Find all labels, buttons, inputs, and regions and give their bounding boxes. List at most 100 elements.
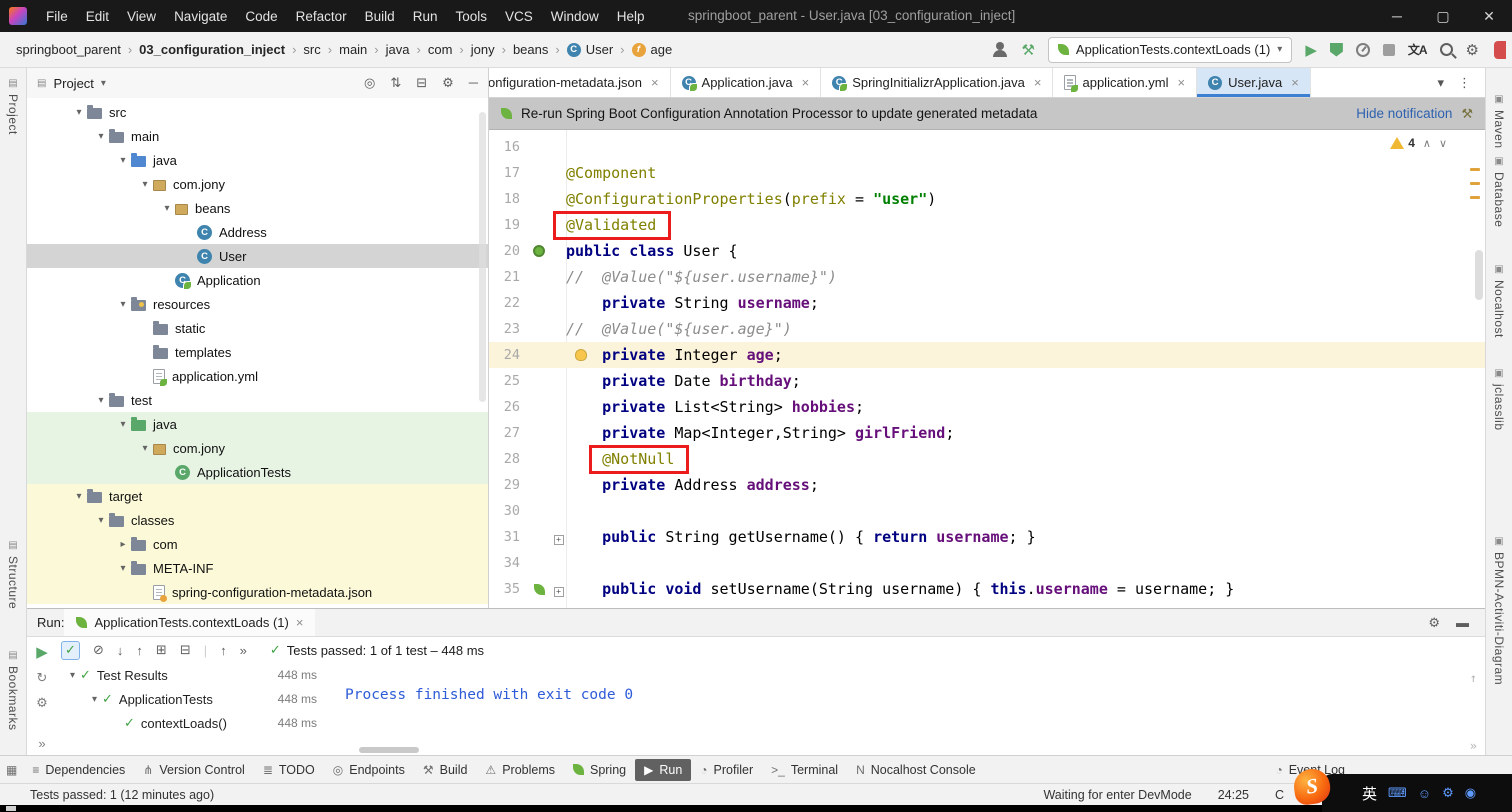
code-line-19[interactable]: 19 @Validated [489, 211, 1485, 240]
project-view-selector[interactable]: Project [53, 76, 93, 91]
menu-vcs[interactable]: VCS [496, 4, 542, 29]
taskbar-item[interactable] [6, 806, 16, 811]
project-tree-row-spring-configuration-metadata-json-20[interactable]: spring-configuration-metadata.json [27, 580, 488, 604]
test-tree-row-contextloads[interactable]: ✓ contextLoads() 448 ms [57, 711, 329, 735]
chevron-icon[interactable]: ▾ [115, 419, 131, 430]
menu-code[interactable]: Code [236, 4, 286, 29]
project-tree-row-static-9[interactable]: static [27, 316, 488, 340]
stripe-item-bookmarks[interactable]: ▤ Bookmarks [0, 650, 26, 731]
menu-refactor[interactable]: Refactor [287, 4, 356, 29]
panel-settings-icon[interactable]: ⚙ [442, 75, 454, 91]
chevron-icon[interactable]: ▾ [87, 694, 102, 705]
project-tree-row-main-1[interactable]: ▾ main [27, 124, 488, 148]
emoji-icon[interactable]: ☺ [1418, 786, 1431, 801]
stripe-item-jclasslib[interactable]: ▣ jclasslib [1486, 368, 1512, 431]
tab-onfiguration-metadata-json[interactable]: onfiguration-metadata.json × [489, 68, 671, 97]
menu-build[interactable]: Build [356, 4, 404, 29]
hide-panel-icon[interactable]: ▬ [1456, 615, 1469, 631]
chevron-icon[interactable]: ▾ [93, 515, 109, 526]
tab-list-icon[interactable]: ▾ [1437, 75, 1444, 91]
sort-alphabetically-icon[interactable]: ↓ [117, 643, 124, 658]
chevron-icon[interactable]: ▾ [93, 131, 109, 142]
close-icon[interactable]: × [1034, 75, 1042, 90]
prev-warning-icon[interactable]: ∧ [1423, 137, 1431, 150]
inspection-widget[interactable]: 4 ∧ ∨ [1390, 136, 1447, 150]
breadcrumb-03-configuration-inject[interactable]: 03_configuration_inject [139, 42, 285, 57]
code-line-16[interactable]: 16 [489, 134, 1485, 160]
toolwindow-button-endpoints[interactable]: ◎ Endpoints [324, 759, 414, 781]
code-line-31[interactable]: 31 + public String getUsername() { return… [489, 524, 1485, 550]
close-button[interactable]: ✕ [1466, 0, 1512, 32]
project-tree-row-com-jony-14[interactable]: ▾ com.jony [27, 436, 488, 460]
sort-by-duration-icon[interactable]: ↑ [136, 643, 143, 658]
menu-file[interactable]: File [37, 4, 77, 29]
rerun-button[interactable]: ▶ [36, 643, 48, 661]
toolwindow-button-run[interactable]: ▶ Run [635, 758, 692, 781]
menu-view[interactable]: View [118, 4, 165, 29]
code-line-29[interactable]: 29 private Address address; [489, 472, 1485, 498]
warning-stripe-mark[interactable] [1470, 196, 1480, 199]
tab-user-java[interactable]: C User.java × [1197, 68, 1311, 97]
hide-panel-icon[interactable]: ─ [469, 75, 478, 91]
project-tree-row-classes-17[interactable]: ▾ classes [27, 508, 488, 532]
collapse-all-icon[interactable]: ⊟ [180, 642, 191, 658]
ime-settings-icon[interactable]: ⚙ [1442, 785, 1454, 801]
caret-position[interactable]: 24:25 [1218, 788, 1249, 802]
editor-scrollbar[interactable] [1475, 250, 1483, 300]
previous-occurrence-icon[interactable]: ↑ [220, 643, 227, 658]
toolwindow-button-build[interactable]: ⚒ Build [414, 759, 477, 781]
project-tree-row-target-16[interactable]: ▾ target [27, 484, 488, 508]
breadcrumb-beans[interactable]: beans [513, 42, 548, 57]
chevron-icon[interactable]: ▾ [71, 491, 87, 502]
code-line-20[interactable]: 20 public class User { [489, 238, 1485, 264]
menu-tools[interactable]: Tools [446, 4, 496, 29]
close-icon[interactable]: × [1177, 75, 1185, 90]
chevron-icon[interactable]: ▸ [115, 539, 131, 550]
stripe-item-structure[interactable]: ▤ Structure [0, 540, 26, 609]
code-line-24[interactable]: 24 private Integer age; [489, 342, 1485, 368]
edge-plugin-icon[interactable] [1494, 40, 1506, 59]
ime-status-bar[interactable]: 英 ⌨ ☺ ⚙ ◉ [1322, 774, 1512, 812]
project-tree-row-resources-8[interactable]: ▾ resources [27, 292, 488, 316]
more-options-icon[interactable]: ⋮ [1458, 75, 1471, 91]
collapse-all-icon[interactable]: ⊟ [416, 75, 427, 91]
code-line-28[interactable]: 28 @NotNull [489, 445, 1485, 474]
wrench-icon[interactable]: ⚒ [1461, 106, 1473, 122]
code-line-21[interactable]: 21 // @Value("${user.username}") [489, 264, 1485, 290]
project-scrollbar[interactable] [479, 112, 486, 402]
breadcrumb-jony[interactable]: jony [471, 42, 495, 57]
project-tree-row-test-12[interactable]: ▾ test [27, 388, 488, 412]
code-line-18[interactable]: 18 @ConfigurationProperties(prefix = "use… [489, 186, 1485, 212]
project-tree-row-src-0[interactable]: ▾ src [27, 100, 488, 124]
project-tree-row-user-6[interactable]: C User [27, 244, 488, 268]
run-button[interactable]: ▶ [1305, 41, 1317, 59]
breadcrumb-springboot-parent[interactable]: springboot_parent [16, 42, 121, 57]
code-line-17[interactable]: 17 @Component [489, 160, 1485, 186]
build-tools-icon[interactable]: ⚒ [1021, 41, 1034, 59]
coverage-button[interactable] [1329, 42, 1343, 57]
project-tree-row-applicationtests-15[interactable]: C ApplicationTests [27, 460, 488, 484]
run-settings-icon[interactable]: ⚙ [1428, 615, 1440, 631]
tab-application-java[interactable]: C Application.java × [671, 68, 822, 97]
tab-springinitializrapplication-java[interactable]: C SpringInitializrApplication.java × [821, 68, 1054, 97]
run-configuration-select[interactable]: ApplicationTests.contextLoads (1) ▾ [1047, 36, 1293, 63]
toolwindow-button-terminal[interactable]: >_ Terminal [762, 759, 847, 781]
chevron-icon[interactable]: ▾ [159, 203, 175, 214]
code-line-30[interactable]: 30 [489, 498, 1485, 524]
scroll-from-source-icon[interactable]: ⇅ [390, 75, 401, 91]
chevron-icon[interactable]: ▾ [65, 670, 80, 681]
ime-language-indicator[interactable]: 英 [1362, 783, 1377, 804]
code-line-23[interactable]: 23 // @Value("${user.age}") [489, 316, 1485, 342]
code-editor[interactable]: 16 17 @Component 18 @ConfigurationProperties… [489, 130, 1485, 608]
chevron-icon[interactable]: ▾ [137, 179, 153, 190]
stripe-item-maven[interactable]: ▣ Maven [1486, 94, 1512, 149]
project-tree-row-application-7[interactable]: C Application [27, 268, 488, 292]
breadcrumb-age[interactable]: f age [631, 42, 672, 57]
stop-button[interactable] [1382, 43, 1395, 56]
breadcrumb-com[interactable]: com [428, 42, 453, 57]
project-tree-row-java-13[interactable]: ▾ java [27, 412, 488, 436]
more-icon[interactable]: » [1470, 739, 1477, 753]
more-icon[interactable]: » [240, 643, 247, 658]
breadcrumb-main[interactable]: main [339, 42, 367, 57]
code-line-25[interactable]: 25 private Date birthday; [489, 368, 1485, 394]
